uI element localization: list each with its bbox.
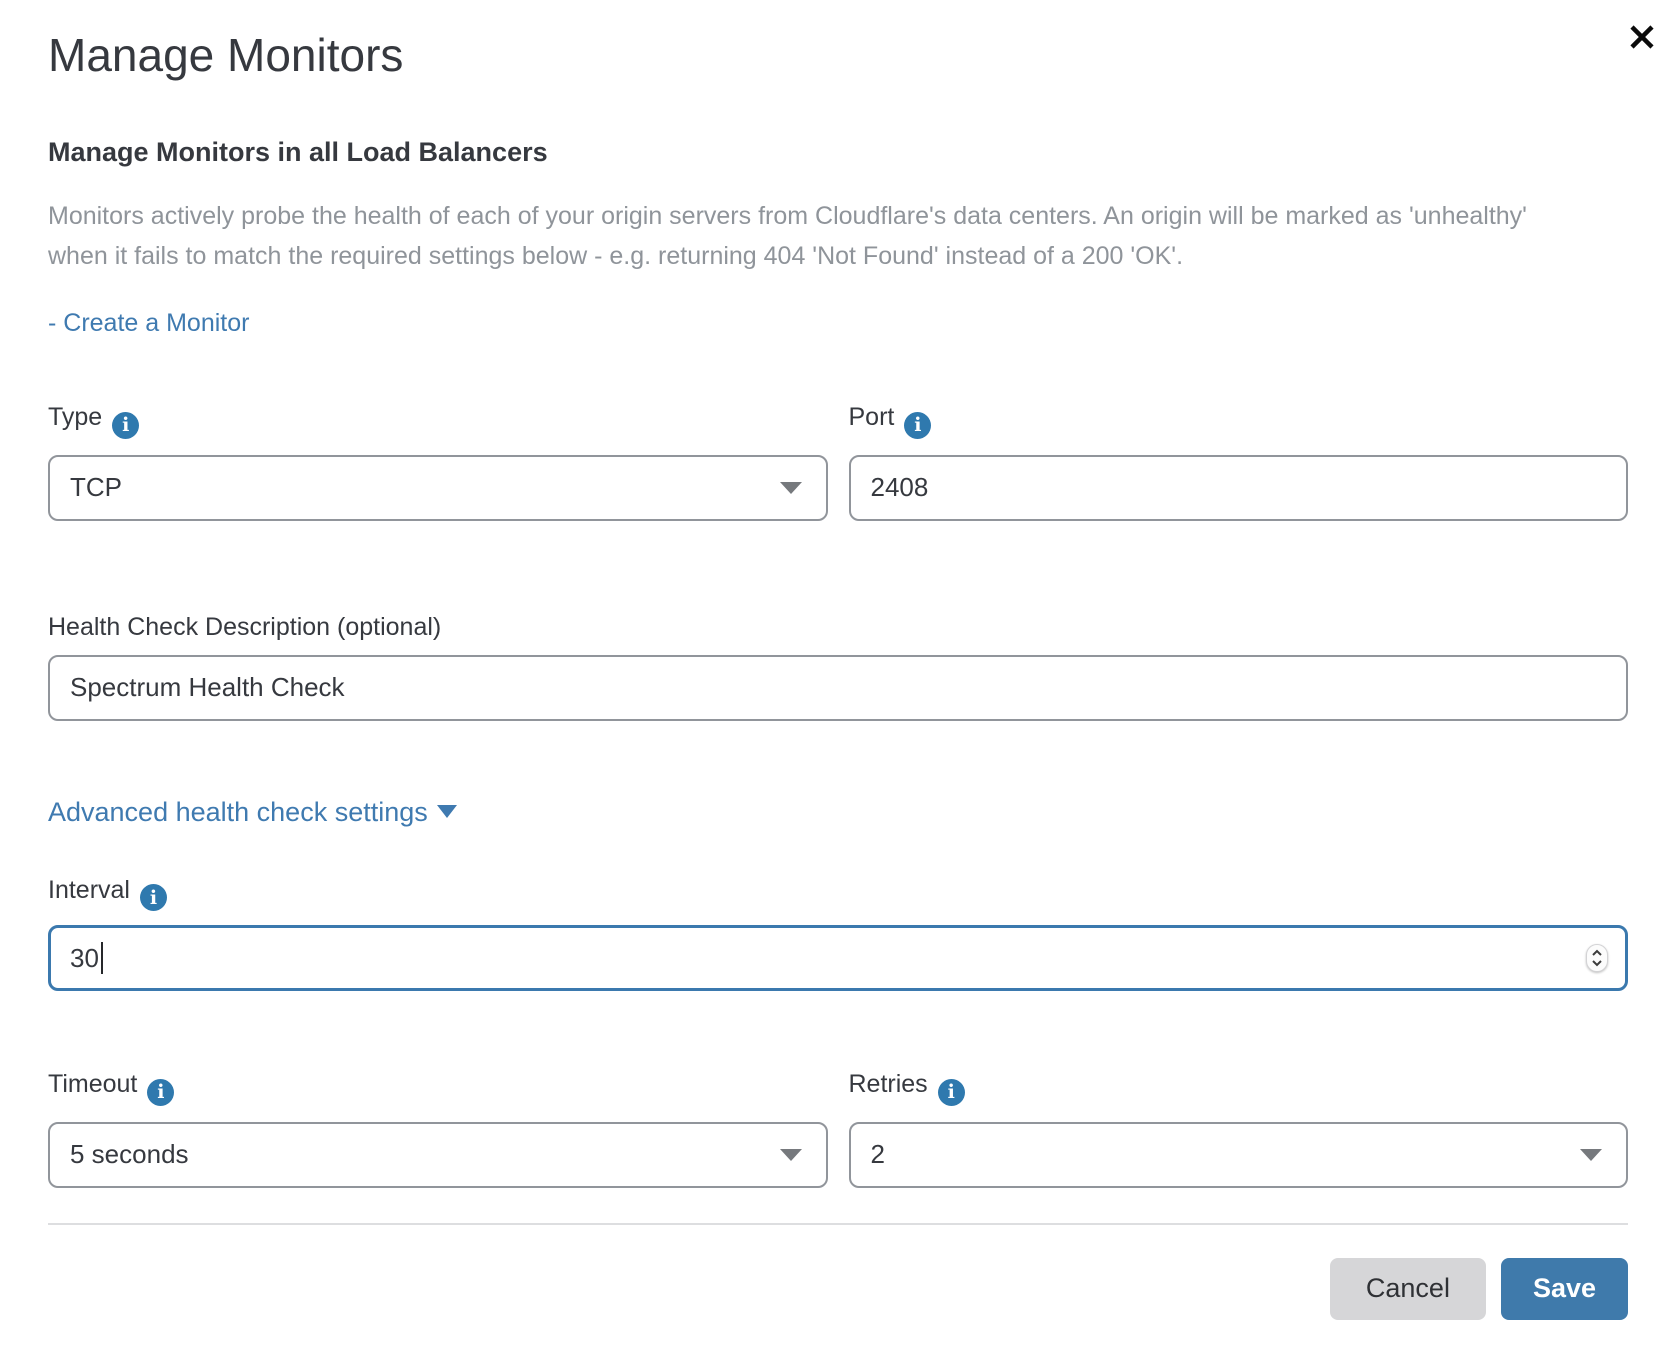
type-label: Type (48, 403, 102, 431)
chevron-down-icon (1580, 1149, 1602, 1161)
info-icon[interactable]: i (938, 1079, 965, 1106)
type-field-group: Typei TCP (48, 402, 828, 521)
health-check-description-input[interactable]: Spectrum Health Check (48, 655, 1628, 721)
close-icon[interactable] (1627, 22, 1657, 52)
retries-select[interactable]: 2 (849, 1122, 1629, 1188)
page-title: Manage Monitors (48, 28, 1628, 82)
interval-input-value: 30 (70, 943, 99, 973)
interval-label-row: Interval i (48, 875, 1628, 912)
type-select-value: TCP (70, 472, 122, 503)
timeout-retries-row: Timeout i 5 seconds Retries i 2 (48, 1069, 1628, 1188)
timeout-label-row: Timeout i (48, 1069, 828, 1106)
port-label: Port (849, 403, 895, 431)
interval-input[interactable]: 30 (48, 925, 1628, 991)
up-down-chevrons-icon (1591, 947, 1603, 969)
advanced-settings-toggle[interactable]: Advanced health check settings (48, 795, 457, 829)
retries-label: Retries (849, 1070, 928, 1098)
timeout-select-value: 5 seconds (70, 1139, 189, 1170)
info-icon[interactable]: i (140, 884, 167, 911)
info-icon[interactable]: i (904, 412, 931, 439)
info-icon[interactable]: i (147, 1079, 174, 1106)
footer-actions: Cancel Save (48, 1258, 1628, 1320)
chevron-down-icon (437, 805, 457, 818)
port-label-row: Porti (849, 402, 1629, 439)
info-icon[interactable]: i (112, 412, 139, 439)
number-stepper[interactable] (1586, 944, 1608, 972)
type-port-row: Typei TCP Porti 2408 (48, 402, 1628, 521)
retries-select-value: 2 (871, 1139, 885, 1170)
interval-field-group: Interval i 30 (48, 875, 1628, 992)
health-check-description-value: Spectrum Health Check (70, 672, 345, 703)
section-description: Monitors actively probe the health of ea… (48, 196, 1548, 276)
timeout-label: Timeout (48, 1070, 137, 1098)
cancel-button[interactable]: Cancel (1330, 1258, 1486, 1320)
chevron-down-icon (780, 1149, 802, 1161)
interval-value-wrap: 30 (70, 942, 103, 974)
interval-label: Interval (48, 876, 130, 904)
description-label-row: Health Check Description (optional) (48, 612, 1628, 642)
type-label-row: Typei (48, 402, 828, 439)
close-x-glyph (1627, 22, 1657, 52)
chevron-down-icon (780, 482, 802, 494)
health-check-description-label: Health Check Description (optional) (48, 613, 441, 641)
footer-divider (48, 1223, 1628, 1225)
save-button[interactable]: Save (1501, 1258, 1628, 1320)
port-input-value: 2408 (871, 472, 929, 503)
type-select[interactable]: TCP (48, 455, 828, 521)
description-field-group: Health Check Description (optional) Spec… (48, 612, 1628, 721)
section-heading: Manage Monitors in all Load Balancers (48, 136, 1628, 168)
port-field-group: Porti 2408 (849, 402, 1629, 521)
port-input[interactable]: 2408 (849, 455, 1629, 521)
advanced-settings-label: Advanced health check settings (48, 797, 428, 827)
text-cursor (101, 942, 103, 974)
manage-monitors-dialog: Manage Monitors Manage Monitors in all L… (0, 0, 1670, 1356)
timeout-select[interactable]: 5 seconds (48, 1122, 828, 1188)
retries-label-row: Retries i (849, 1069, 1629, 1106)
retries-field-group: Retries i 2 (849, 1069, 1629, 1188)
create-monitor-link[interactable]: - Create a Monitor (48, 308, 249, 338)
timeout-field-group: Timeout i 5 seconds (48, 1069, 828, 1188)
